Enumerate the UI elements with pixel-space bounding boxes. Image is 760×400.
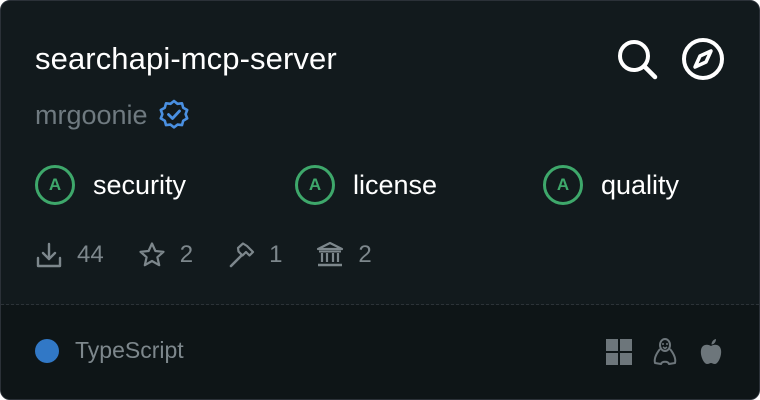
explore-button[interactable] <box>681 37 725 81</box>
language-indicator: TypeScript <box>35 337 184 364</box>
server-card[interactable]: searchapi-mcp-server mrgoonie A security… <box>0 0 760 400</box>
language-name: TypeScript <box>75 337 184 363</box>
downloads-count: 44 <box>77 241 104 268</box>
bank-icon <box>316 241 344 269</box>
stat-downloads: 44 <box>35 241 104 269</box>
star-icon <box>138 241 166 269</box>
linux-icon <box>651 337 679 367</box>
grade-label: security <box>93 170 187 200</box>
language-color-dot <box>35 338 59 363</box>
stats-row: 44 2 1 2 <box>35 241 406 269</box>
windows-icon <box>605 337 633 367</box>
author-row: mrgoonie <box>35 97 190 133</box>
card-actions <box>615 37 725 81</box>
grade-badge: A <box>35 165 75 205</box>
institutions-count: 2 <box>358 241 372 268</box>
download-icon <box>35 241 63 269</box>
grade-label: license <box>353 170 438 200</box>
stat-stars: 2 <box>138 241 193 269</box>
grade-quality[interactable]: A quality <box>543 165 679 205</box>
grade-license[interactable]: A license <box>295 165 437 205</box>
grade-security[interactable]: A security <box>35 165 186 205</box>
platform-icons <box>605 337 725 367</box>
grade-badge: A <box>543 165 583 205</box>
verified-badge-icon <box>158 99 190 131</box>
apple-icon <box>697 337 725 367</box>
grade-badge: A <box>295 165 335 205</box>
stars-count: 2 <box>179 241 194 268</box>
stat-tools: 1 <box>227 241 282 269</box>
compass-icon <box>682 38 724 80</box>
stat-institutions: 2 <box>316 241 372 269</box>
author-name[interactable]: mrgoonie <box>35 97 148 133</box>
search-icon <box>618 40 658 80</box>
card-footer: TypeScript <box>1 305 759 399</box>
grades-row: A security A license A quality <box>1 165 759 211</box>
tools-count: 1 <box>269 241 283 268</box>
hammer-icon <box>227 241 255 269</box>
server-title[interactable]: searchapi-mcp-server <box>35 39 337 79</box>
search-button[interactable] <box>615 37 659 81</box>
grade-label: quality <box>601 170 680 200</box>
